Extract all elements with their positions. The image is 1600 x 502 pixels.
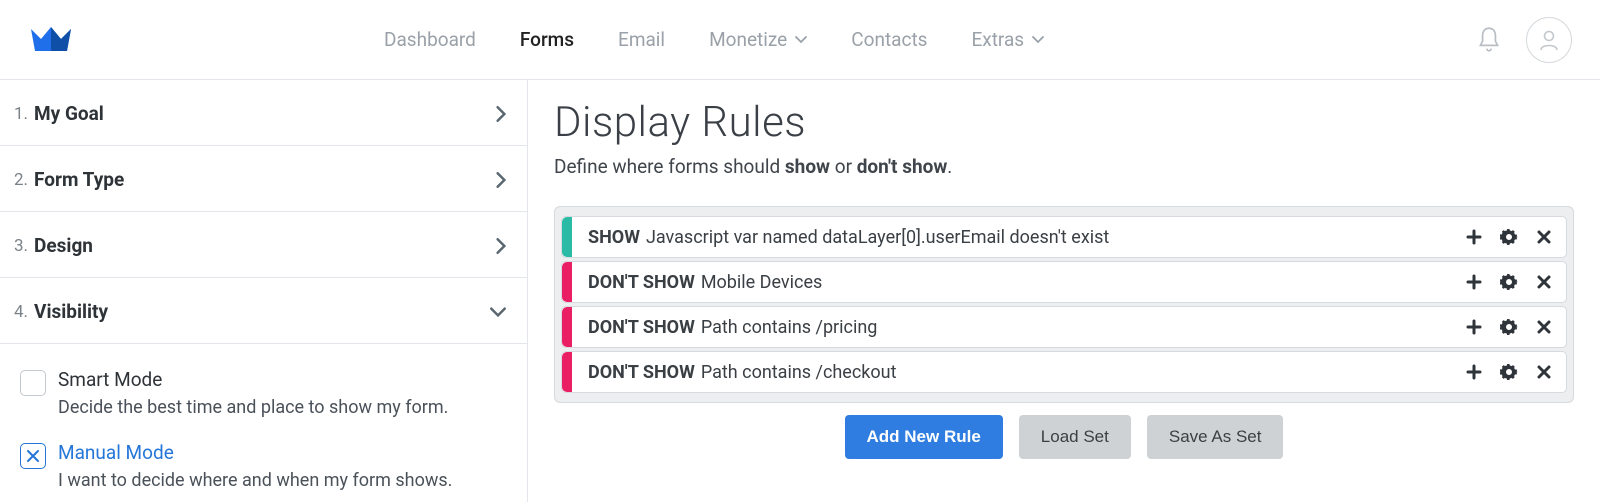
step-num: 3. — [14, 236, 28, 256]
rule-actions — [1452, 217, 1566, 257]
chevron-down-icon — [1032, 36, 1044, 44]
rule-row[interactable]: DON'T SHOW Mobile Devices — [561, 261, 1567, 303]
nav-dashboard[interactable]: Dashboard — [384, 28, 476, 51]
step-form-type[interactable]: 2. Form Type — [0, 146, 527, 212]
rule-stripe-hide — [562, 262, 572, 302]
step-design[interactable]: 3. Design — [0, 212, 527, 278]
close-icon[interactable] — [1536, 364, 1552, 380]
rules-buttons: Add New Rule Load Set Save As Set — [554, 415, 1574, 459]
step-num: 4. — [14, 302, 28, 322]
save-as-set-button[interactable]: Save As Set — [1147, 415, 1284, 459]
gear-icon[interactable] — [1500, 273, 1518, 291]
step-num: 2. — [14, 170, 28, 190]
checkbox-checked[interactable] — [20, 443, 46, 469]
rule-row[interactable]: DON'T SHOW Path contains /pricing — [561, 306, 1567, 348]
plus-icon[interactable] — [1466, 229, 1482, 245]
step-num: 1. — [14, 104, 28, 124]
rule-actions — [1452, 352, 1566, 392]
rule-row[interactable]: SHOW Javascript var named dataLayer[0].u… — [561, 216, 1567, 258]
gear-icon[interactable] — [1500, 318, 1518, 336]
rule-text: DON'T SHOW Path contains /pricing — [572, 307, 1452, 347]
rule-actions — [1452, 307, 1566, 347]
close-icon[interactable] — [1536, 229, 1552, 245]
load-set-button[interactable]: Load Set — [1019, 415, 1131, 459]
brand-logo[interactable] — [28, 17, 74, 63]
visibility-modes: Smart Mode Decide the best time and plac… — [0, 344, 527, 502]
chevron-right-icon — [495, 237, 507, 255]
chevron-down-icon — [795, 36, 807, 44]
crown-icon — [29, 25, 73, 55]
page-subtitle: Define where forms should show or don't … — [554, 155, 1574, 178]
header-right — [1476, 17, 1572, 63]
nav-contacts[interactable]: Contacts — [851, 28, 927, 51]
bell-icon[interactable] — [1476, 25, 1502, 55]
rule-text: SHOW Javascript var named dataLayer[0].u… — [572, 217, 1452, 257]
step-my-goal[interactable]: 1. My Goal — [0, 80, 527, 146]
rule-text: DON'T SHOW Path contains /checkout — [572, 352, 1452, 392]
plus-icon[interactable] — [1466, 319, 1482, 335]
gear-icon[interactable] — [1500, 363, 1518, 381]
chevron-right-icon — [495, 105, 507, 123]
chevron-right-icon — [495, 171, 507, 189]
nav-forms[interactable]: Forms — [520, 28, 574, 51]
chevron-down-icon — [489, 306, 507, 318]
rule-stripe-show — [562, 217, 572, 257]
plus-icon[interactable] — [1466, 364, 1482, 380]
rule-text: DON'T SHOW Mobile Devices — [572, 262, 1452, 302]
rule-actions — [1452, 262, 1566, 302]
x-icon — [25, 448, 41, 464]
user-icon — [1537, 28, 1561, 52]
mode-smart[interactable]: Smart Mode Decide the best time and plac… — [20, 368, 511, 419]
close-icon[interactable] — [1536, 319, 1552, 335]
sidebar: 1. My Goal 2. Form Type 3. Design 4. Vis… — [0, 80, 528, 502]
nav-extras[interactable]: Extras — [971, 28, 1044, 51]
main-content: Display Rules Define where forms should … — [528, 80, 1600, 502]
gear-icon[interactable] — [1500, 228, 1518, 246]
close-icon[interactable] — [1536, 274, 1552, 290]
mode-desc: Decide the best time and place to show m… — [58, 396, 448, 419]
add-new-rule-button[interactable]: Add New Rule — [845, 415, 1003, 459]
mode-desc: I want to decide where and when my form … — [58, 469, 452, 492]
mode-title: Smart Mode — [58, 368, 448, 392]
page-title: Display Rules — [554, 98, 1574, 147]
plus-icon[interactable] — [1466, 274, 1482, 290]
nav-monetize[interactable]: Monetize — [709, 28, 807, 51]
step-label: Design — [34, 234, 93, 257]
user-avatar[interactable] — [1526, 17, 1572, 63]
main-nav: Dashboard Forms Email Monetize Contacts … — [384, 28, 1044, 51]
checkbox-unchecked[interactable] — [20, 370, 46, 396]
step-label: My Goal — [34, 102, 104, 125]
rules-container: SHOW Javascript var named dataLayer[0].u… — [554, 206, 1574, 403]
mode-title: Manual Mode — [58, 441, 452, 465]
mode-manual[interactable]: Manual Mode I want to decide where and w… — [20, 441, 511, 492]
nav-email[interactable]: Email — [618, 28, 665, 51]
step-visibility[interactable]: 4. Visibility — [0, 278, 527, 344]
step-label: Form Type — [34, 168, 124, 191]
rule-row[interactable]: DON'T SHOW Path contains /checkout — [561, 351, 1567, 393]
rule-stripe-hide — [562, 307, 572, 347]
rule-stripe-hide — [562, 352, 572, 392]
step-label: Visibility — [34, 300, 108, 323]
app-header: Dashboard Forms Email Monetize Contacts … — [0, 0, 1600, 80]
